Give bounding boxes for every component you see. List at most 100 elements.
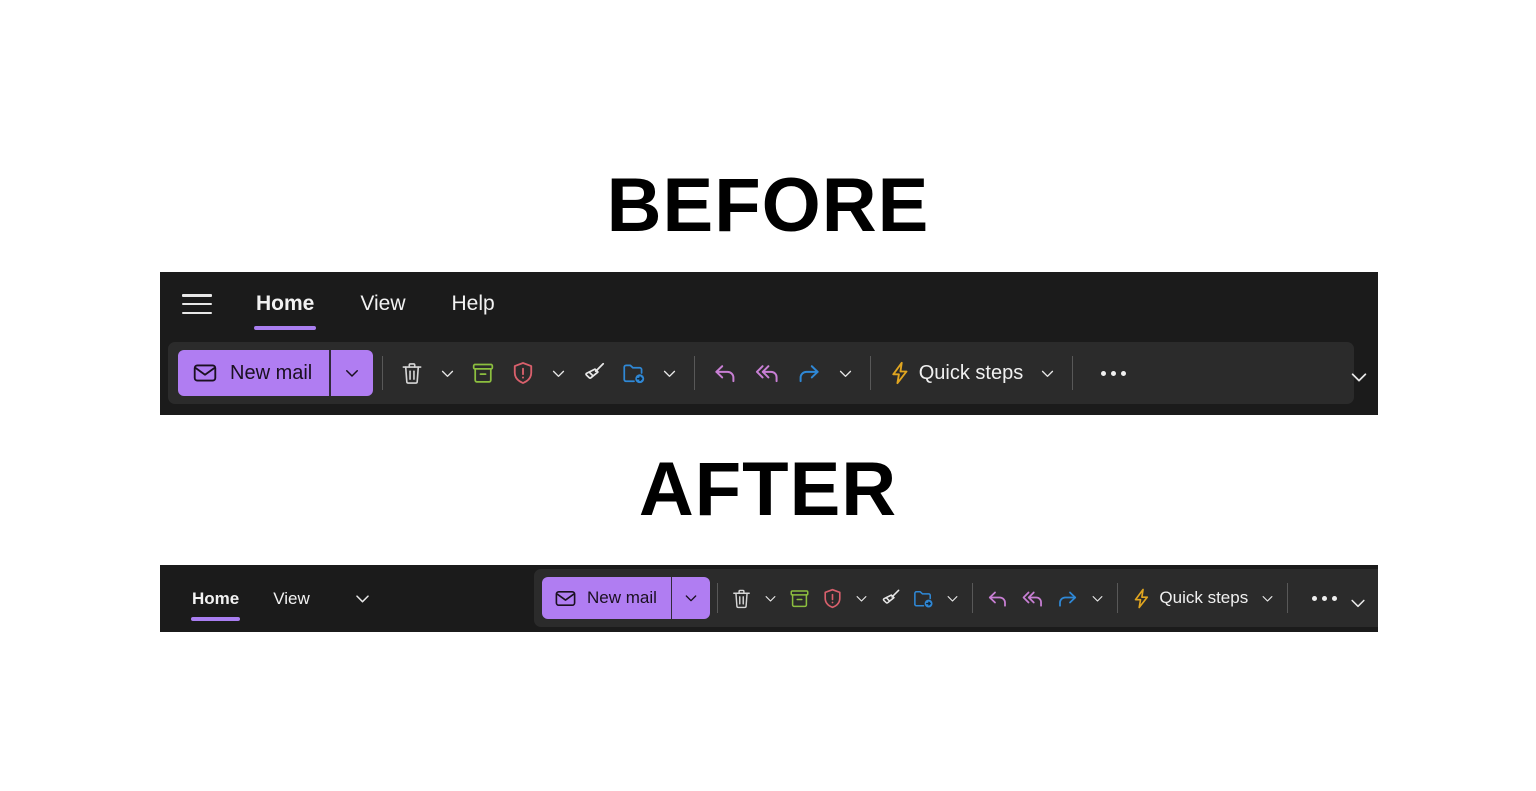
lightning-bolt-icon bbox=[887, 360, 913, 386]
delete-button[interactable] bbox=[392, 350, 432, 396]
new-mail-button[interactable]: New mail bbox=[178, 350, 329, 396]
new-mail-label: New mail bbox=[230, 361, 313, 384]
split-button-divider bbox=[329, 350, 331, 396]
reply-button[interactable] bbox=[980, 577, 1015, 619]
tab-label: View bbox=[360, 292, 406, 315]
delete-dropdown-button[interactable] bbox=[432, 350, 463, 396]
new-mail-dropdown-button[interactable] bbox=[672, 577, 710, 619]
reply-all-arrow-icon bbox=[753, 359, 781, 387]
forward-arrow-icon bbox=[1055, 586, 1080, 611]
mail-envelope-icon bbox=[192, 360, 218, 386]
group-separator bbox=[1287, 583, 1289, 613]
group-separator bbox=[1072, 356, 1074, 390]
ellipsis-dot bbox=[1121, 370, 1127, 376]
trash-icon bbox=[399, 360, 425, 386]
folder-arrow-icon bbox=[621, 360, 647, 386]
ribbon-tab-strip: Home View bbox=[160, 565, 380, 632]
quick-steps-button[interactable]: Quick steps bbox=[1125, 577, 1255, 619]
delete-dropdown-button[interactable] bbox=[758, 577, 783, 619]
lightning-bolt-icon bbox=[1130, 587, 1153, 610]
shield-alert-icon bbox=[510, 360, 536, 386]
tab-home[interactable]: Home bbox=[240, 288, 330, 330]
menu-hamburger-icon[interactable] bbox=[182, 292, 212, 316]
quick-steps-dropdown-button[interactable] bbox=[1032, 350, 1063, 396]
forward-dropdown-button[interactable] bbox=[830, 350, 861, 396]
tab-view[interactable]: View bbox=[261, 586, 322, 612]
broom-icon bbox=[879, 587, 902, 610]
mail-envelope-icon bbox=[554, 587, 577, 610]
collapse-ribbon-button[interactable] bbox=[1344, 364, 1374, 390]
archive-box-icon bbox=[788, 587, 811, 610]
more-tabs-chevron-icon[interactable] bbox=[346, 582, 380, 616]
forward-button[interactable] bbox=[1050, 577, 1085, 619]
group-separator bbox=[717, 583, 719, 613]
sweep-button[interactable] bbox=[874, 577, 907, 619]
quick-steps-label: Quick steps bbox=[1159, 588, 1249, 607]
broom-icon bbox=[581, 360, 607, 386]
quick-steps-label: Quick steps bbox=[918, 361, 1024, 384]
reply-button[interactable] bbox=[704, 350, 746, 396]
tab-label: View bbox=[273, 588, 310, 608]
delete-button[interactable] bbox=[725, 577, 758, 619]
trash-icon bbox=[730, 587, 753, 610]
after-ribbon: Home View New mail Quick steps bbox=[160, 565, 1378, 632]
ellipsis-dot bbox=[1332, 595, 1338, 601]
archive-box-icon bbox=[470, 360, 496, 386]
ellipsis-icon bbox=[1089, 370, 1138, 376]
before-heading: BEFORE bbox=[606, 163, 930, 248]
report-dropdown-button[interactable] bbox=[543, 350, 574, 396]
tab-view[interactable]: View bbox=[344, 288, 421, 320]
sweep-button[interactable] bbox=[574, 350, 614, 396]
tab-help[interactable]: Help bbox=[436, 288, 511, 320]
shield-alert-icon bbox=[821, 587, 844, 610]
ellipsis-icon bbox=[1300, 595, 1349, 601]
ellipsis-dot bbox=[1101, 370, 1107, 376]
new-mail-label: New mail bbox=[587, 588, 657, 607]
group-separator bbox=[693, 356, 695, 390]
comparison-page: BEFORE Home View Help New mail Quick ste… bbox=[0, 0, 1536, 791]
reply-all-button[interactable] bbox=[746, 350, 788, 396]
command-panel: New mail Quick steps bbox=[168, 342, 1354, 404]
group-separator bbox=[381, 356, 383, 390]
move-to-button[interactable] bbox=[907, 577, 940, 619]
new-mail-button[interactable]: New mail bbox=[542, 577, 671, 619]
ellipsis-dot bbox=[1322, 595, 1328, 601]
group-separator bbox=[869, 356, 871, 390]
archive-button[interactable] bbox=[783, 577, 816, 619]
quick-steps-dropdown-button[interactable] bbox=[1255, 577, 1280, 619]
command-panel: New mail Quick steps bbox=[534, 569, 1378, 627]
report-dropdown-button[interactable] bbox=[849, 577, 874, 619]
folder-arrow-icon bbox=[912, 587, 935, 610]
tab-label: Home bbox=[192, 588, 240, 608]
tab-label: Help bbox=[451, 292, 495, 315]
hamburger-line bbox=[182, 302, 212, 306]
hamburger-line bbox=[182, 311, 212, 314]
new-mail-split-button[interactable]: New mail bbox=[178, 350, 373, 396]
more-commands-button[interactable] bbox=[1082, 350, 1145, 396]
forward-dropdown-button[interactable] bbox=[1085, 577, 1110, 619]
reply-arrow-icon bbox=[711, 359, 739, 387]
quick-steps-button[interactable]: Quick steps bbox=[880, 350, 1032, 396]
report-button[interactable] bbox=[816, 577, 849, 619]
collapse-ribbon-button[interactable] bbox=[1344, 591, 1372, 615]
move-to-button[interactable] bbox=[614, 350, 654, 396]
group-separator bbox=[1117, 583, 1119, 613]
new-mail-dropdown-button[interactable] bbox=[331, 350, 373, 396]
split-button-divider bbox=[670, 577, 673, 619]
reply-all-arrow-icon bbox=[1020, 586, 1045, 611]
move-to-dropdown-button[interactable] bbox=[940, 577, 965, 619]
ellipsis-dot bbox=[1111, 370, 1117, 376]
before-ribbon: Home View Help New mail Quick steps bbox=[160, 272, 1378, 415]
new-mail-split-button[interactable]: New mail bbox=[542, 577, 711, 619]
forward-button[interactable] bbox=[788, 350, 830, 396]
ribbon-tab-strip: Home View Help bbox=[160, 272, 1378, 336]
after-heading: AFTER bbox=[638, 447, 898, 532]
reply-all-button[interactable] bbox=[1015, 577, 1050, 619]
hamburger-line bbox=[182, 294, 212, 297]
report-button[interactable] bbox=[503, 350, 543, 396]
reply-arrow-icon bbox=[985, 586, 1010, 611]
archive-button[interactable] bbox=[463, 350, 503, 396]
move-to-dropdown-button[interactable] bbox=[654, 350, 685, 396]
tab-home[interactable]: Home bbox=[180, 586, 251, 621]
tab-label: Home bbox=[256, 292, 315, 315]
